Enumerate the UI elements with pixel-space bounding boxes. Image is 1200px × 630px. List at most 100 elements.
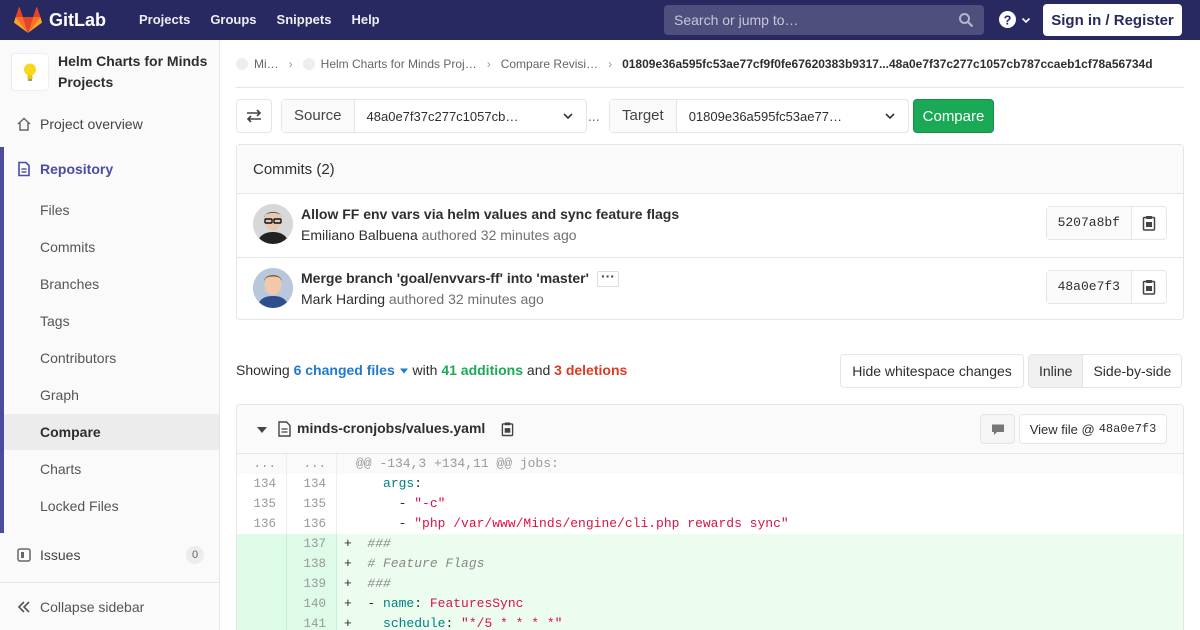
commit-author-link[interactable]: Emiliano Balbuena (301, 227, 418, 243)
diff-content: ... ... @@ -134,3 +134,11 @@ jobs: 134 1… (237, 454, 1183, 630)
sidebar-item-label: Issues (40, 547, 81, 563)
yaml-string: "php /var/www/Minds/engine/cli.php rewar… (414, 516, 789, 531)
code-text: + ### (344, 536, 391, 551)
brand-name: GitLab (49, 9, 106, 30)
clipboard-icon (1142, 280, 1156, 295)
sidebar-sub-contributors[interactable]: Contributors (40, 350, 116, 366)
old-line-number (237, 594, 287, 614)
new-line-number[interactable]: 140 (287, 594, 337, 614)
commit-author-link[interactable]: Mark Harding (301, 291, 385, 307)
sidebar-sub-charts[interactable]: Charts (40, 461, 81, 477)
nav-help[interactable]: Help (341, 0, 389, 40)
toggle-comments-button[interactable] (980, 414, 1015, 444)
new-line-number[interactable]: 135 (287, 494, 337, 514)
old-line-number[interactable]: 135 (237, 494, 287, 514)
sidebar-sub-commits[interactable]: Commits (40, 239, 95, 255)
code-text: args: (383, 476, 423, 491)
file-diff: minds-cronjobs/values.yaml View file @48… (236, 404, 1184, 630)
yaml-key: name (383, 596, 415, 611)
code-text: + schedule: "*/5 * * * *" (344, 616, 563, 630)
active-item-highlight (4, 414, 219, 450)
commit-title-text[interactable]: Merge branch 'goal/envvars-ff' into 'mas… (301, 270, 589, 286)
breadcrumb-current[interactable]: 01809e36a595fc53ae77cf9f0fe67620383b9317… (622, 57, 1152, 71)
commit-title-link[interactable]: Allow FF env vars via helm values and sy… (301, 206, 679, 222)
file-icon (278, 421, 291, 437)
clipboard-icon[interactable] (501, 421, 514, 437)
breadcrumb-label: Helm Charts for Minds Proj… (320, 56, 477, 71)
sidebar-item-label: Project overview (40, 116, 143, 132)
commit-sha-link[interactable]: 48a0e7f3 (1046, 271, 1132, 303)
help-dropdown[interactable]: ? (999, 11, 1032, 28)
caret-down-icon (399, 368, 408, 374)
avatar[interactable] (253, 204, 293, 244)
sidebar-sub-locked-files[interactable]: Locked Files (40, 498, 119, 514)
new-line-number[interactable]: 139 (287, 574, 337, 594)
commit-authored-text: authored 32 minutes ago (385, 291, 544, 307)
collapse-sidebar-button[interactable]: Collapse sidebar (0, 582, 219, 630)
breadcrumb-item-compare[interactable]: Compare Revisi… (501, 57, 598, 71)
hide-whitespace-button[interactable]: Hide whitespace changes (840, 354, 1024, 388)
sidebar-sub-branches[interactable]: Branches (40, 276, 99, 292)
file-header: minds-cronjobs/values.yaml View file @48… (237, 405, 1183, 454)
yaml-string: FeaturesSync (429, 596, 524, 611)
yaml-comment: ### (367, 576, 391, 591)
nav-projects[interactable]: Projects (129, 0, 200, 40)
copy-sha-button[interactable] (1132, 207, 1166, 239)
sidebar-sub-files[interactable]: Files (40, 202, 70, 218)
avatar[interactable] (253, 268, 293, 308)
old-line-number[interactable]: 136 (237, 514, 287, 534)
breadcrumb-item-group[interactable]: Mi… (236, 57, 279, 71)
target-revision-value: 01809e36a595fc53ae77… (688, 108, 842, 124)
project-avatar (11, 53, 49, 91)
user-photo (253, 204, 293, 244)
swap-revisions-button[interactable] (236, 99, 272, 133)
sidebar-sub-graph[interactable]: Graph (40, 387, 79, 403)
new-line-number[interactable]: 134 (287, 474, 337, 494)
changed-files-label: 6 changed files (293, 362, 395, 378)
view-file-button[interactable]: View file @48a0e7f3 (1019, 414, 1167, 444)
commit-title-link[interactable]: Merge branch 'goal/envvars-ff' into 'mas… (301, 269, 619, 288)
nav-snippets[interactable]: Snippets (267, 0, 342, 40)
project-header[interactable]: Helm Charts for Minds Projects (0, 40, 219, 104)
brand-link[interactable]: GitLab (0, 0, 108, 40)
new-line-number[interactable]: 141 (287, 614, 337, 630)
sidebar-item-repository[interactable]: Repository (0, 157, 219, 181)
sidebar-item-project-overview[interactable]: Project overview (0, 112, 219, 136)
code-text: - "-c" (344, 496, 446, 511)
sidebar-sub-tags[interactable]: Tags (40, 313, 70, 329)
help-icon: ? (999, 11, 1016, 28)
old-line-number[interactable]: 134 (237, 474, 287, 494)
file-path-link[interactable]: minds-cronjobs/values.yaml (297, 420, 485, 436)
chevron-right-icon: › (608, 56, 613, 71)
code-text: - "php /var/www/Minds/engine/cli.php rew… (344, 516, 789, 531)
sign-in-button[interactable]: Sign in / Register (1043, 4, 1182, 36)
toggle-description-button[interactable]: ··· (596, 269, 619, 288)
target-revision-dropdown[interactable]: 01809e36a595fc53ae77… (677, 100, 908, 132)
group-avatar (236, 57, 248, 70)
new-line-number[interactable]: 137 (287, 534, 337, 554)
inline-view-button[interactable]: Inline (1029, 355, 1084, 387)
collapse-file-icon[interactable] (257, 427, 267, 433)
nav-groups[interactable]: Groups (200, 0, 266, 40)
new-line-number[interactable]: 136 (287, 514, 337, 534)
project-name: Helm Charts for Minds Projects (58, 53, 208, 90)
old-line-number: ... (237, 454, 287, 474)
side-by-side-view-button[interactable]: Side-by-side (1083, 355, 1181, 387)
breadcrumb-item-project[interactable]: Helm Charts for Minds Proj… (302, 56, 477, 71)
compare-button[interactable]: Compare (913, 99, 994, 133)
swap-icon (246, 109, 262, 123)
sidebar-sub-compare[interactable]: Compare (40, 424, 101, 440)
new-line-number[interactable]: 138 (287, 554, 337, 574)
source-revision-dropdown[interactable]: 48a0e7f37c277c1057cb… (355, 100, 586, 132)
source-revision-value: 48a0e7f37c277c1057cb… (366, 108, 519, 124)
gitlab-logo-icon (14, 7, 42, 33)
copy-sha-button[interactable] (1132, 271, 1166, 303)
commit-sha-group: 5207a8bf (1045, 206, 1167, 240)
commits-header: Commits (2) (237, 145, 1183, 194)
commit-sha-link[interactable]: 5207a8bf (1046, 207, 1132, 239)
diff-line-added: 140 + - name: FeaturesSync (237, 594, 1183, 614)
breadcrumb-label: Mi… (254, 56, 279, 71)
old-line-number (237, 554, 287, 574)
changed-files-dropdown[interactable]: 6 changed files (294, 362, 409, 378)
search-input[interactable] (674, 12, 954, 28)
